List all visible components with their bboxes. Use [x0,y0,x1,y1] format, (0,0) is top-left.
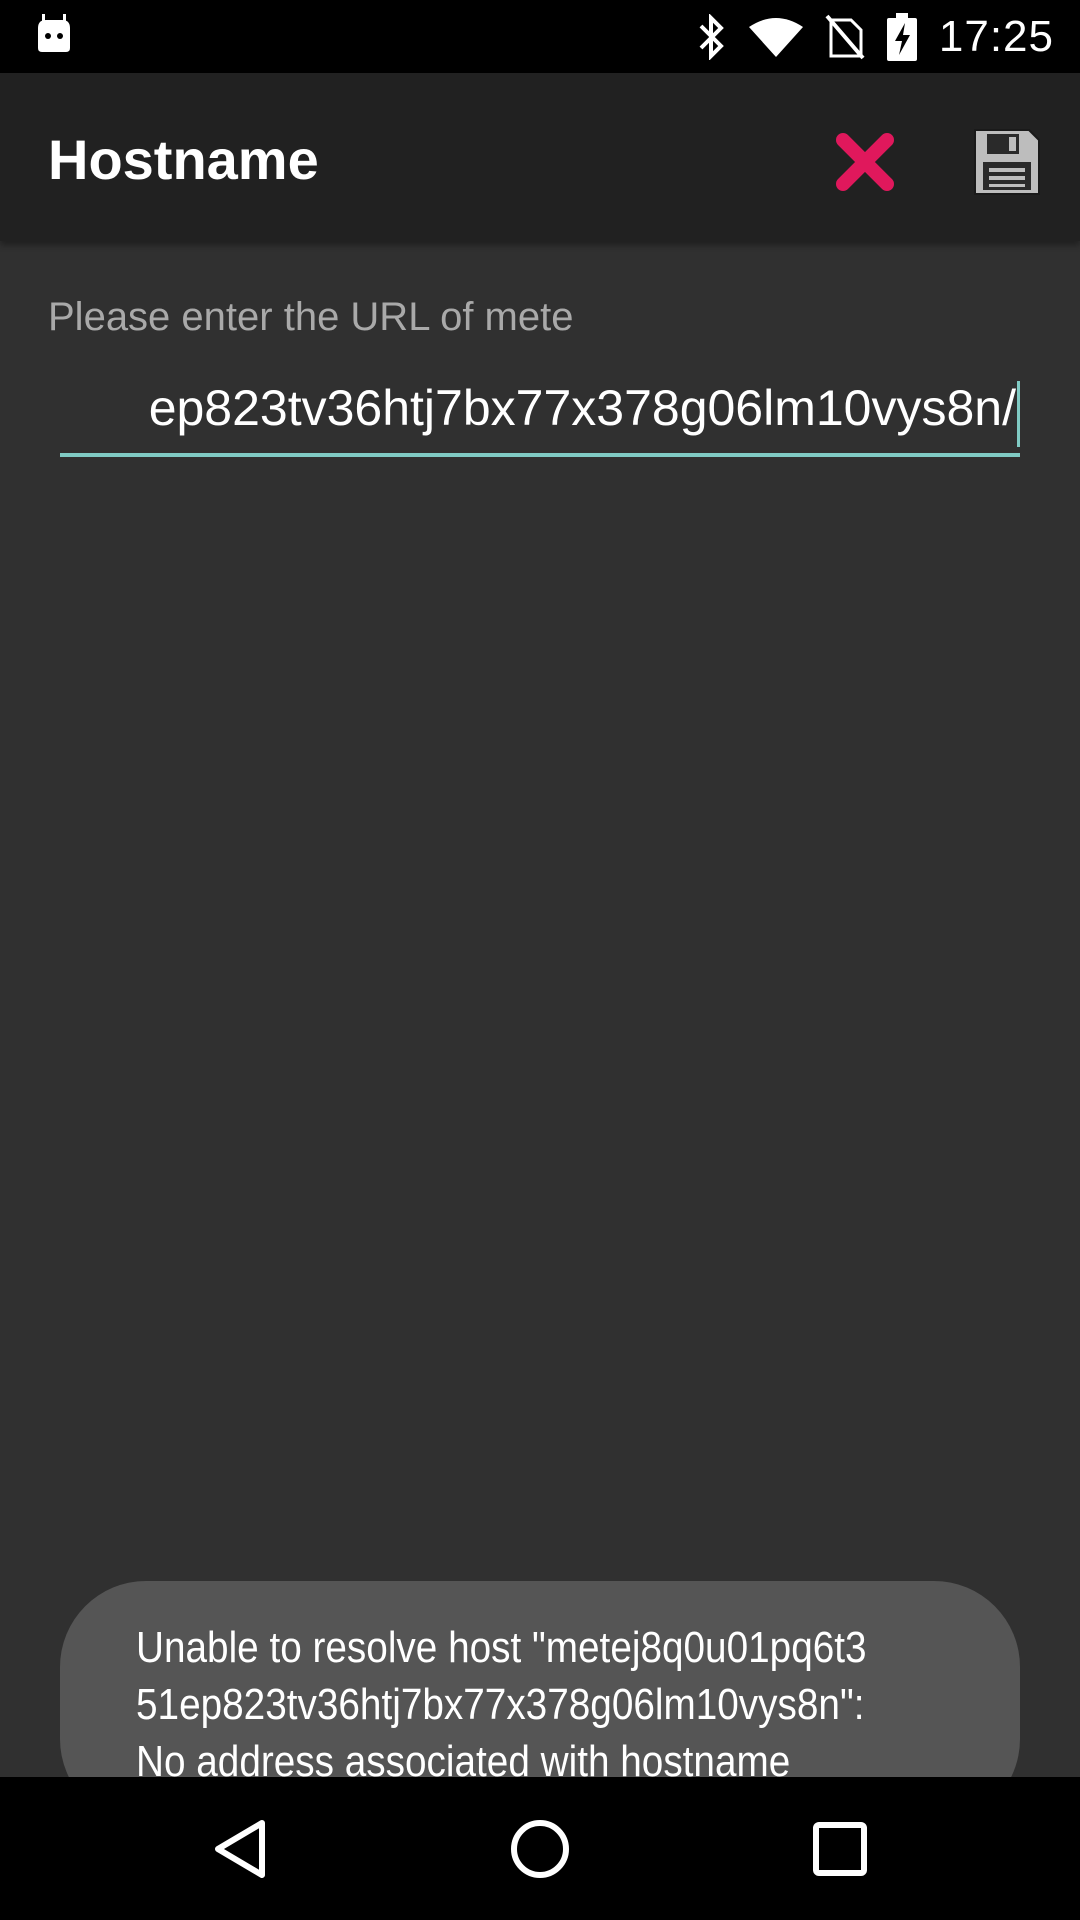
bluetooth-icon [697,13,727,60]
page-title: Hostname [48,128,319,191]
no-sim-icon [825,14,865,60]
url-prompt-label: Please enter the URL of mete [48,295,574,339]
wifi-icon [748,17,803,57]
cancel-button[interactable] [820,117,910,207]
status-icons: 17:25 [697,0,1080,73]
home-icon [511,1820,569,1878]
close-icon [836,133,894,191]
back-icon [215,1820,265,1878]
text-cursor [1017,381,1020,447]
content: Please enter the URL of mete ep823tv36ht… [0,241,1080,1825]
back-button[interactable] [198,1807,282,1891]
toast-line: 51ep823tv36htj7bx77x378g06lm10vys8n": [136,1680,865,1729]
android-debug-icon [34,14,74,54]
recents-button[interactable] [798,1807,882,1891]
status-time: 17:25 [938,11,1054,61]
toast-message: Unable to resolve host "metej8q0u01pq6t3… [136,1619,946,1790]
floppy-disk-icon [974,129,1040,195]
home-button[interactable] [498,1807,582,1891]
navigation-bar [0,1777,1080,1920]
save-button[interactable] [962,117,1052,207]
app-bar: Hostname [0,73,1080,241]
recents-icon [813,1822,867,1876]
toast-line: Unable to resolve host "metej8q0u01pq6t3 [136,1623,867,1672]
url-input[interactable]: ep823tv36htj7bx77x378g06lm10vys8n/ [60,373,1020,457]
status-bar: 17:25 [0,0,1080,73]
battery-charging-icon [886,12,917,61]
url-input-value: ep823tv36htj7bx77x378g06lm10vys8n/ [148,380,1016,436]
